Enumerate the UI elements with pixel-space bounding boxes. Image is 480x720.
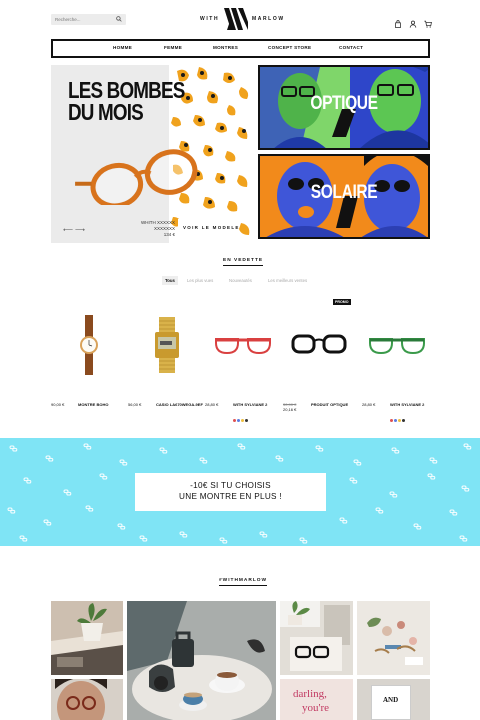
instagram-tag[interactable]: #WITHMARLOW (219, 578, 268, 586)
ig-card-text-1: darling, (293, 688, 327, 700)
hero-carousel-arrows[interactable]: ⟵ ⟶ (63, 226, 85, 234)
swatch-dot[interactable] (245, 419, 248, 422)
watch-gold-image (155, 317, 179, 373)
instagram-photo-3[interactable] (280, 601, 353, 675)
swatch-dot[interactable] (398, 419, 401, 422)
instagram-photo-4[interactable] (357, 601, 430, 675)
site-header: Recherche... WITH MARLOW (0, 0, 480, 38)
search-input[interactable]: Recherche... (51, 14, 126, 25)
glasses-green-image (369, 338, 425, 355)
product-card-image-4[interactable] (280, 315, 358, 375)
nav-item-contact[interactable]: CONTACT (339, 45, 363, 50)
product-price-3: 28,80 € (205, 402, 219, 407)
search-icon[interactable] (116, 16, 122, 22)
filter-meilleurs-ventes[interactable]: Les meilleurs ventes (268, 278, 307, 283)
tile-optique[interactable]: OPTIQUE (258, 65, 430, 150)
instagram-photo-1[interactable] (51, 601, 123, 675)
promo-line1: -10€ SI TU CHOISIS (190, 481, 271, 490)
promo-line2: UNE MONTRE EN PLUS ! (179, 492, 282, 501)
swatch-dot[interactable] (394, 419, 397, 422)
filter-tous[interactable]: Tous (162, 276, 178, 285)
tile-optique-label: OPTIQUE (310, 93, 378, 114)
instagram-photo-6[interactable]: darling, you're (280, 679, 353, 720)
brand-logo[interactable]: WITH MARLOW (200, 8, 285, 30)
swatch-dot[interactable] (390, 419, 393, 422)
product-card-image-5[interactable] (358, 315, 436, 375)
nav-item-montres[interactable]: MONTRES (213, 45, 238, 50)
search-placeholder: Recherche... (55, 17, 81, 22)
product-swatches-5 (390, 409, 406, 422)
product-name-3[interactable]: WITH SYLVIANE 2 (233, 402, 267, 407)
swatch-dot[interactable] (233, 419, 236, 422)
nav-item-concept-store[interactable]: CONCEPT STORE (268, 45, 311, 50)
hero-glasses-image (75, 149, 198, 205)
glasses-black-image (291, 334, 347, 354)
filter-plus-vues[interactable]: Les plus vues (187, 278, 213, 283)
ig-card-text-2: you're (302, 702, 330, 714)
swatch-dot[interactable] (402, 419, 405, 422)
hero-title: LES BOMBES DU MOIS (68, 77, 185, 125)
product-name-1[interactable]: MONTRE BOHO (78, 402, 108, 407)
hero-title-line1: LES BOMBES (68, 77, 185, 103)
nav-item-homme[interactable]: HOMME (113, 45, 132, 50)
product-swatches-3 (233, 409, 249, 422)
product-card-image-2[interactable] (128, 315, 206, 375)
promo-badge: PROMO (333, 299, 351, 305)
product-price-5: 28,80 € (362, 402, 376, 407)
product-name-5[interactable]: WITH SYLVIANE 2 (390, 402, 424, 407)
instagram-photo-5[interactable] (51, 679, 123, 720)
ig-book-text: AND (383, 696, 399, 704)
cart-icon[interactable] (424, 15, 432, 28)
product-card-image-3[interactable] (204, 315, 282, 375)
product-price-4: 20,16 € (283, 407, 297, 412)
hero-banner[interactable]: LES BOMBES DU MOIS ⟵ ⟶ WHITH XXXXXX XXXX… (51, 65, 254, 243)
product-card-image-1[interactable] (50, 315, 128, 375)
product-price-2: 56,00 € (128, 402, 142, 407)
filter-nouveautes[interactable]: Nouveautés (229, 278, 252, 283)
instagram-photo-7[interactable]: AND (357, 679, 430, 720)
featured-title: EN VEDETTE (223, 258, 264, 266)
bag-icon[interactable] (394, 15, 402, 28)
promo-message-box[interactable]: -10€ SI TU CHOISIS UNE MONTRE EN PLUS ! (135, 473, 326, 511)
main-nav: HOMME FEMME MONTRES CONCEPT STORE CONTAC… (51, 39, 430, 58)
swatch-dot[interactable] (237, 419, 240, 422)
hero-title-line2: DU MOIS (68, 99, 144, 125)
tile-solaire[interactable]: SOLAIRE (258, 154, 430, 239)
product-name-4[interactable]: PRODUIT OPTIQUE (311, 402, 348, 407)
logo-word-right: MARLOW (252, 16, 285, 22)
hero-product-info: WHITH XXXXXX XXXXXXX 134 € (141, 220, 175, 238)
hero-cta-button[interactable]: VOIR LE MODELE (183, 225, 240, 230)
product-name-2[interactable]: CASIO LA670WEGA-9EF (156, 402, 203, 407)
watch-leather-image (80, 315, 98, 375)
product-price-1: 90,00 € (51, 402, 65, 407)
user-icon[interactable] (409, 15, 417, 28)
logo-mark-icon (224, 8, 248, 30)
glasses-red-image (215, 338, 271, 355)
tile-solaire-label: SOLAIRE (310, 182, 378, 203)
nav-item-femme[interactable]: FEMME (164, 45, 182, 50)
hero-product-price: 134 € (163, 232, 175, 237)
instagram-photo-2[interactable] (127, 601, 276, 720)
logo-word-left: WITH (200, 16, 220, 22)
swatch-dot[interactable] (241, 419, 244, 422)
